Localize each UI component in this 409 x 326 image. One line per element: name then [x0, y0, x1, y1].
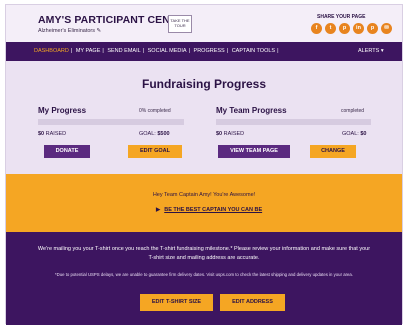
nav-social-media[interactable]: SOCIAL MEDIA — [148, 48, 187, 54]
nav-items: DASHBOARD | MY PAGE | SEND EMAIL | SOCIAL M… — [34, 48, 281, 54]
my-raised-label: RAISED — [45, 131, 67, 137]
nav-separator: | — [70, 48, 73, 54]
nav-separator: | — [102, 48, 104, 54]
donate-button[interactable]: DONATE — [44, 145, 90, 158]
alerts-dropdown[interactable]: ALERTS ▾ — [358, 48, 384, 54]
team-goal: GOAL: $0 — [342, 131, 366, 137]
nav-separator: | — [277, 48, 279, 54]
tshirt-shipping-note: *Due to potential USPS delays, we are un… — [54, 272, 353, 277]
change-team-button[interactable]: CHANGE — [310, 145, 356, 158]
pinterest-icon[interactable]: p — [367, 23, 378, 34]
fundraising-progress-section: Fundraising Progress My Progress 0% comp… — [6, 61, 402, 174]
nav-progress[interactable]: PROGRESS — [194, 48, 225, 54]
tshirt-section: We're mailing you your T-shirt once you … — [6, 232, 402, 325]
pinterest-icon[interactable]: p — [339, 23, 350, 34]
nav-separator: | — [226, 48, 229, 54]
nav-dashboard[interactable]: DASHBOARD — [34, 48, 69, 54]
my-progress-bar — [38, 119, 184, 125]
team-progress-heading: My Team Progress — [216, 106, 287, 115]
captain-greeting: Hey Team Captain Amy! You're Awesome! — [152, 192, 256, 198]
tshirt-message: We're mailing you your T-shirt once you … — [37, 246, 371, 261]
captain-tips-link-text: BE THE BEST CAPTAIN YOU CAN BE — [164, 207, 263, 213]
my-progress-completed: 0% completed — [139, 108, 171, 114]
nav-separator: | — [188, 48, 190, 54]
view-team-page-button[interactable]: VIEW TEAM PAGE — [218, 145, 290, 158]
team-raised-label: RAISED — [223, 131, 245, 137]
team-name-link[interactable]: Alzheimer's Eliminators ✎ — [38, 28, 101, 34]
my-goal: GOAL: $500 — [139, 131, 170, 137]
section-title: Fundraising Progress — [141, 77, 267, 91]
team-raised: $0 RAISED — [216, 131, 244, 137]
linkedin-icon[interactable]: in — [353, 23, 364, 34]
social-share-icons: f t p in p ✉ — [311, 23, 392, 34]
email-icon[interactable]: ✉ — [381, 23, 392, 34]
my-progress-heading: My Progress — [38, 106, 87, 115]
my-raised: $0 RAISED — [38, 131, 66, 137]
captain-tips-link[interactable]: ▶ BE THE BEST CAPTAIN YOU CAN BE — [156, 207, 262, 213]
edit-tshirt-size-button[interactable]: EDIT T-SHIRT SIZE — [140, 294, 213, 311]
team-goal-amount: $0 — [360, 131, 367, 137]
edit-address-button[interactable]: EDIT ADDRESS — [220, 294, 285, 311]
nav-separator: | — [142, 48, 145, 54]
team-raised-amount: $0 — [216, 131, 223, 137]
team-progress-completed: completed — [341, 108, 365, 114]
main-nav: DASHBOARD | MY PAGE | SEND EMAIL | SOCIAL M… — [6, 42, 402, 61]
nav-send-email[interactable]: SEND EMAIL — [107, 48, 140, 54]
share-label: SHARE YOUR PAGE — [317, 14, 366, 20]
nav-captain-tools[interactable]: CAPTAIN TOOLS — [232, 48, 275, 54]
team-goal-label: GOAL: — [342, 131, 359, 137]
twitter-icon[interactable]: t — [325, 23, 336, 34]
facebook-icon[interactable]: f — [311, 23, 322, 34]
my-goal-label: GOAL: — [139, 131, 156, 137]
my-goal-amount: $500 — [157, 131, 170, 137]
participant-center-page: AMY'S PARTICIPANT CENTER Alzheimer's Eli… — [5, 4, 403, 325]
my-raised-amount: $0 — [38, 131, 45, 137]
header: AMY'S PARTICIPANT CENTER Alzheimer's Eli… — [6, 5, 402, 42]
nav-my-page[interactable]: MY PAGE — [76, 48, 101, 54]
edit-goal-button[interactable]: EDIT GOAL — [128, 145, 182, 158]
take-tour-button[interactable]: TAKE THE TOUR — [168, 15, 192, 33]
captain-banner: Hey Team Captain Amy! You're Awesome! ▶ B… — [6, 174, 402, 232]
play-icon: ▶ — [156, 207, 161, 213]
team-progress-bar — [216, 119, 371, 125]
